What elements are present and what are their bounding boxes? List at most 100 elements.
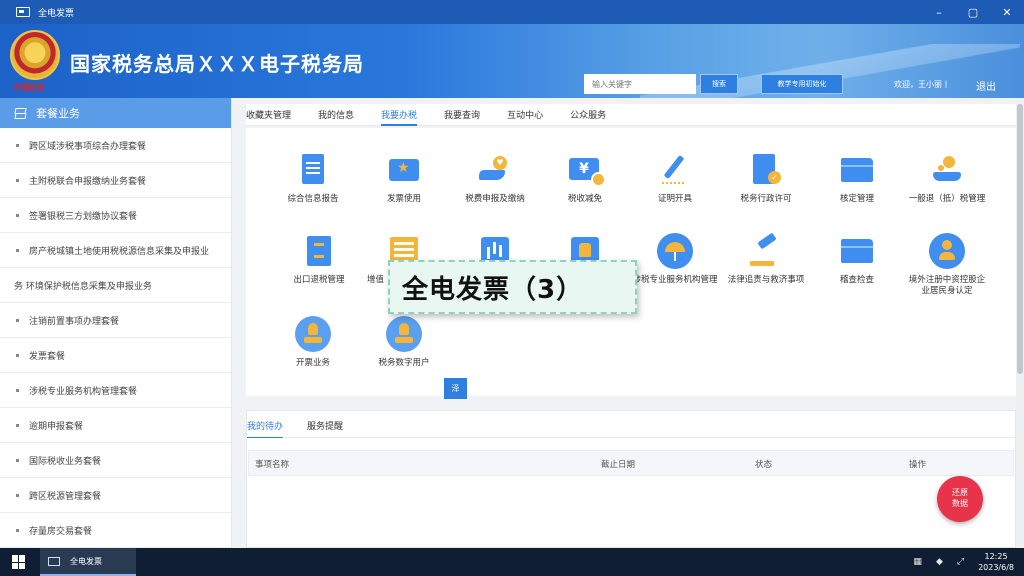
floating-small-button[interactable]: 泽	[444, 378, 467, 399]
sidebar-item[interactable]: 房产税城镇土地使用税税源信息采集及申报业	[0, 233, 231, 268]
clock-date: 2023/6/8	[978, 563, 1014, 572]
tab-do-tax[interactable]: 我要办税	[381, 104, 418, 126]
sidebar-item-label: 主附税联合申报缴纳业务套餐	[29, 176, 147, 187]
tab-my-info[interactable]: 我的信息	[318, 104, 354, 126]
taskbar-clock[interactable]: 12:25 2023/6/8	[978, 551, 1014, 573]
tile-agency-management[interactable]: 涉税专业服务机构管理	[630, 233, 720, 286]
tile-label: 一般退（抵）税管理	[908, 194, 986, 204]
tag-icon[interactable]: ◆	[936, 557, 943, 567]
tile-legal-remedy[interactable]: 法律追责与救济事项	[721, 233, 811, 286]
todo-tabs: 我的待办 服务提醒	[246, 410, 1016, 439]
tile-label: 税务数字用户	[378, 358, 430, 368]
fab-line-2: 数据	[952, 499, 968, 508]
site-banner: 中国税务 国家税务总局ＸＸＸ电子税务局 搜索 教学专用初始化 欢迎，王小丽丨 退…	[0, 24, 1024, 98]
folder-icon	[839, 152, 875, 188]
sidebar-item[interactable]: 跨区域涉税事项综合办理套餐	[0, 128, 231, 163]
sidebar-item[interactable]: 涉税专业服务机构管理套餐	[0, 373, 231, 408]
tile-invoice-use[interactable]: 发票使用	[359, 152, 449, 205]
bullet-icon	[16, 493, 19, 497]
page-scrollbar[interactable]	[1016, 98, 1024, 548]
column-header: 事项名称	[255, 460, 290, 470]
sidebar-item[interactable]: 发票套餐	[0, 338, 231, 373]
tile-tax-relief[interactable]: 税收减免	[540, 152, 630, 205]
pen-icon	[657, 152, 693, 188]
search-input[interactable]	[584, 74, 696, 94]
sidebar-item-label: 跨区税源管理套餐	[29, 491, 102, 502]
column-header: 状态	[755, 460, 773, 470]
tab-my-todo[interactable]: 我的待办	[247, 411, 284, 439]
sidebar-item[interactable]: 签署银税三方划缴协议套餐	[0, 198, 231, 233]
tile-export-refund[interactable]: 出口退税管理	[274, 233, 364, 286]
search-button[interactable]: 搜索	[700, 74, 738, 94]
sidebar-item-label: 务 环境保护税信息采集及申报业务	[14, 281, 152, 292]
sidebar-item-label: 逾期申报套餐	[29, 421, 84, 432]
tile-digital-user[interactable]: 税务数字用户	[359, 316, 449, 369]
app-window-icon	[48, 556, 60, 566]
maximize-icon[interactable]: ▢	[956, 6, 990, 19]
tile-label: 综合信息报告	[287, 194, 339, 204]
tile-admin-license[interactable]: 税务行政许可	[721, 152, 811, 205]
tile-tax-declare-pay[interactable]: 税费申报及缴纳	[450, 152, 540, 205]
window-title: 全电发票	[38, 8, 75, 19]
tile-refund[interactable]: 一般退（抵）税管理	[902, 152, 992, 205]
bullet-icon	[16, 388, 19, 392]
gavel-icon	[748, 233, 784, 269]
site-title: 国家税务总局ＸＸＸ电子税务局	[70, 52, 364, 76]
umbrella-icon	[657, 233, 693, 269]
emblem-label: 中国税务	[13, 82, 45, 92]
close-icon[interactable]: ✕	[990, 6, 1024, 19]
windows-start-icon[interactable]	[12, 555, 26, 569]
tile-invoicing[interactable]: 开票业务	[268, 316, 358, 369]
tab-interaction[interactable]: 互动中心	[507, 104, 543, 126]
app-window-icon	[16, 7, 30, 17]
sidebar-item[interactable]: 注销前置事项办理套餐	[0, 303, 231, 338]
bullet-icon	[16, 318, 19, 322]
bullet-icon	[16, 458, 19, 462]
window-titlebar: 全电发票 – ▢ ✕	[0, 0, 1024, 24]
tile-offshore-resident[interactable]: 境外注册中资控股企业居民身认定	[902, 233, 992, 297]
sidebar-item[interactable]: 逾期申报套餐	[0, 408, 231, 443]
video-caption-overlay: 全电发票（3）	[388, 260, 637, 314]
logout-link[interactable]: 退出	[976, 78, 996, 93]
os-taskbar: 全电发票 ▦ ◆ ⤢ 12:25 2023/6/8	[0, 548, 1024, 576]
system-tray: ▦ ◆ ⤢ 12:25 2023/6/8	[913, 551, 1024, 573]
taskbar-app-button[interactable]: 全电发票	[40, 548, 136, 576]
tile-certificate[interactable]: 证明开具	[630, 152, 720, 205]
bullet-icon	[16, 178, 19, 182]
sidebar-item[interactable]: 务 环境保护税信息采集及申报业务	[0, 268, 231, 303]
sidebar-title: 套餐业务	[36, 107, 80, 120]
stamp-hand-icon	[295, 316, 331, 352]
sidebar-header: 套餐业务	[0, 98, 231, 128]
column-header: 操作	[909, 460, 927, 470]
sidebar-item[interactable]: 跨区税源管理套餐	[0, 478, 231, 513]
invoice-star-icon	[386, 152, 422, 188]
calculator-icon[interactable]: ▦	[913, 557, 922, 567]
bullet-icon	[16, 353, 19, 357]
minimize-icon[interactable]: –	[922, 6, 956, 19]
tab-query[interactable]: 我要查询	[444, 104, 480, 126]
restore-data-button[interactable]: 还原 数据	[937, 476, 983, 522]
tile-comprehensive-report[interactable]: 综合信息报告	[268, 152, 358, 205]
window-controls: – ▢ ✕	[922, 6, 1024, 19]
tile-label: 法律追责与救济事项	[727, 275, 805, 285]
sidebar-item[interactable]: 主附税联合申报缴纳业务套餐	[0, 163, 231, 198]
tab-public-service[interactable]: 公众服务	[570, 104, 606, 126]
scrollbar-thumb[interactable]	[1017, 104, 1023, 374]
tile-inspection[interactable]: 稽查检查	[812, 233, 902, 286]
document-icon	[295, 152, 331, 188]
tile-label: 核定管理	[839, 194, 874, 204]
sidebar-item[interactable]: 国际税收业务套餐	[0, 443, 231, 478]
tab-favorites[interactable]: 收藏夹管理	[246, 104, 291, 126]
teaching-init-button[interactable]: 教学专用初始化	[761, 74, 843, 94]
sidebar-item-label: 存量房交易套餐	[29, 526, 93, 537]
bullet-icon	[16, 528, 19, 532]
yen-ticket-icon	[567, 152, 606, 188]
bullet-icon	[16, 423, 19, 427]
taskbar-app-label: 全电发票	[70, 556, 102, 566]
tile-label: 税费申报及缴纳	[465, 194, 525, 204]
folder-icon	[839, 233, 875, 269]
fullscreen-icon[interactable]: ⤢	[957, 557, 964, 567]
tile-assessment[interactable]: 核定管理	[812, 152, 902, 205]
tab-service-reminder[interactable]: 服务提醒	[307, 411, 343, 439]
sidebar-item[interactable]: 存量房交易套餐	[0, 513, 231, 548]
